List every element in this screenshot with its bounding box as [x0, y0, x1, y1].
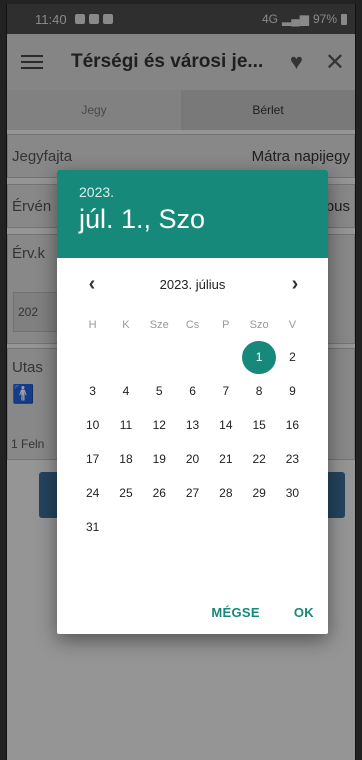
calendar-day[interactable]: 9 [276, 375, 309, 408]
calendar-day[interactable]: 5 [143, 375, 176, 408]
calendar-day[interactable]: 3 [76, 375, 109, 408]
calendar-day[interactable]: 28 [209, 477, 242, 510]
chevron-right-icon[interactable]: › [282, 271, 308, 297]
phone-screen: 11:40 4G ▂▄▆ 97% Térségi és városi je...… [6, 4, 356, 760]
calendar-week: 3456789 [57, 374, 328, 408]
calendar-week: 12 [57, 340, 328, 374]
weekday-header: H K Sze Cs P Szo V [57, 310, 328, 340]
calendar-day[interactable]: 19 [143, 443, 176, 476]
weekday-label: Cs [185, 319, 200, 331]
date-picker-dialog: 2023. júl. 1., Szo ‹ 2023. július › H K … [57, 170, 328, 634]
calendar-day[interactable]: 14 [209, 409, 242, 442]
calendar-day[interactable]: 21 [209, 443, 242, 476]
calendar-day[interactable]: 4 [109, 375, 142, 408]
weekday-label: V [288, 319, 297, 331]
weekday-label: H [88, 319, 97, 331]
calendar-day[interactable]: 20 [176, 443, 209, 476]
calendar-day[interactable]: 24 [76, 477, 109, 510]
calendar-day[interactable]: 7 [209, 375, 242, 408]
calendar-day[interactable]: 12 [143, 409, 176, 442]
calendar-day[interactable]: 10 [76, 409, 109, 442]
calendar-day[interactable]: 11 [109, 409, 142, 442]
selected-year[interactable]: 2023. [79, 184, 306, 200]
calendar-day[interactable]: 8 [242, 375, 275, 408]
month-navigation: ‹ 2023. július › [57, 258, 328, 310]
calendar-day[interactable]: 17 [76, 443, 109, 476]
weekday-label: Sze [149, 319, 169, 331]
calendar-day[interactable]: 25 [109, 477, 142, 510]
calendar-day[interactable]: 26 [143, 477, 176, 510]
weekday-label: Szo [249, 319, 269, 331]
weekday-label: K [122, 319, 130, 331]
calendar-week: 24 25 26 27 28 29 30 [57, 476, 328, 510]
calendar-week: 17 18 19 20 21 22 23 [57, 442, 328, 476]
calendar-day[interactable]: 2 [276, 341, 309, 374]
calendar-day-selected[interactable]: 1 [242, 340, 276, 374]
cancel-button[interactable]: MÉGSE [211, 605, 259, 620]
calendar-day[interactable]: 27 [176, 477, 209, 510]
date-picker-header: 2023. júl. 1., Szo [57, 170, 328, 258]
calendar-day[interactable]: 29 [242, 477, 275, 510]
calendar-day[interactable]: 15 [242, 409, 275, 442]
calendar-grid: 1 2 3 4 5 6 7 8 9 10 11 12 13 14 15 16 17 18 19 20 21 22 23 24 2… [57, 340, 328, 544]
ok-button[interactable]: OK [294, 605, 314, 620]
selected-date[interactable]: júl. 1., Szo [79, 204, 306, 235]
month-label: 2023. július [159, 276, 226, 292]
dialog-actions: MÉGSE OK [211, 605, 314, 620]
calendar-day[interactable]: 18 [109, 443, 142, 476]
calendar-day[interactable]: 30 [276, 477, 309, 510]
calendar-day[interactable]: 13 [176, 409, 209, 442]
calendar-week: 31 [57, 510, 328, 544]
calendar-day[interactable]: 22 [242, 443, 275, 476]
calendar-week: 10 11 12 13 14 15 16 [57, 408, 328, 442]
weekday-label: P [222, 319, 230, 331]
calendar-day[interactable]: 16 [276, 409, 309, 442]
calendar-day[interactable]: 23 [276, 443, 309, 476]
calendar-day[interactable]: 31 [76, 511, 109, 544]
chevron-left-icon[interactable]: ‹ [79, 271, 105, 297]
calendar-day[interactable]: 6 [176, 375, 209, 408]
